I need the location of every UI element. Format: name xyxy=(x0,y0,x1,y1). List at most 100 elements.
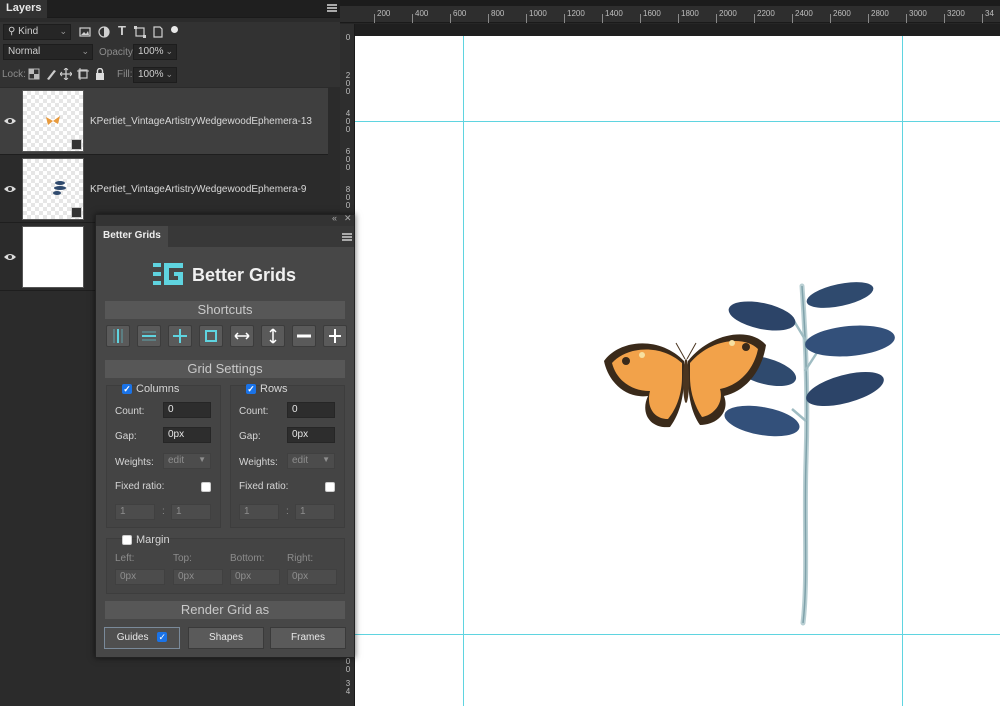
margin-checkbox[interactable] xyxy=(122,535,132,545)
checkmark-icon: ✓ xyxy=(157,632,168,643)
render-guides-button[interactable]: Guides ✓ xyxy=(104,627,180,649)
margin-bottom-input[interactable]: 0px xyxy=(230,569,280,585)
collapse-icon[interactable]: « xyxy=(332,213,337,223)
ruler-tick-label: 800 xyxy=(491,9,505,18)
ruler-tick xyxy=(982,14,983,23)
shortcut-horizontal-spread-button[interactable] xyxy=(230,325,254,347)
columns-count-input[interactable]: 0 xyxy=(163,402,211,418)
shortcut-cross-guide-button[interactable] xyxy=(168,325,192,347)
smart-object-badge-icon xyxy=(71,207,82,218)
margin-top-input[interactable]: 0px xyxy=(173,569,223,585)
layer-row[interactable]: KPertiet_VintageArtistryWedgewoodEphemer… xyxy=(0,88,328,155)
tab-better-grids[interactable]: Better Grids xyxy=(96,226,168,247)
eye-icon[interactable] xyxy=(4,115,16,127)
columns-gap-input[interactable]: 0px xyxy=(163,427,211,443)
rows-gap-input[interactable]: 0px xyxy=(287,427,335,443)
filter-toggle-icon[interactable] xyxy=(171,26,178,33)
guide-horizontal[interactable] xyxy=(355,634,1000,635)
shortcut-horizontal-guide-button[interactable] xyxy=(137,325,161,347)
columns-ratio-b-input[interactable]: 1 xyxy=(171,504,211,520)
blend-mode-select[interactable]: Normal ⌄ xyxy=(3,44,93,60)
rows-fixed-ratio-checkbox[interactable] xyxy=(325,482,335,492)
ruler-tick-label: 800 xyxy=(345,185,351,210)
guide-vertical[interactable] xyxy=(463,36,464,706)
shortcut-vertical-guide-button[interactable] xyxy=(106,325,130,347)
columns-fixed-ratio-checkbox[interactable] xyxy=(201,482,211,492)
ruler-tick xyxy=(716,14,717,23)
shortcut-frame-guide-button[interactable] xyxy=(199,325,223,347)
ruler-tick-label: 1600 xyxy=(643,9,661,18)
image-filter-icon[interactable] xyxy=(79,26,91,38)
panel-menu-icon[interactable] xyxy=(342,233,352,241)
eye-icon[interactable] xyxy=(4,251,16,263)
ruler-tick-label: 600 xyxy=(453,9,467,18)
ruler-tick xyxy=(754,14,755,23)
columns-weights-select[interactable]: edit ▼ xyxy=(163,453,211,469)
lock-artboard-icon[interactable] xyxy=(77,68,89,80)
panel-menu-icon[interactable] xyxy=(327,4,337,12)
layer-filter-row: ⚲ Kind ⌄ T xyxy=(0,22,340,44)
tab-layers[interactable]: Layers xyxy=(0,0,48,18)
horizontal-ruler[interactable]: 200 400 600 800 1000 1200 1400 1600 1800 2000 2200… xyxy=(340,6,1000,23)
shortcut-horizontal-line-button[interactable] xyxy=(292,325,316,347)
layer-thumbnail xyxy=(22,158,84,220)
guide-horizontal[interactable] xyxy=(355,121,1000,122)
type-filter-icon[interactable]: T xyxy=(116,24,128,37)
plugin-header: Better Grids xyxy=(96,255,354,295)
columns-ratio-a-input[interactable]: 1 xyxy=(115,504,155,520)
eye-icon[interactable] xyxy=(4,183,16,195)
rows-group: ✓ Rows Count: 0 Gap: 0px Weights: edit ▼… xyxy=(230,383,345,528)
ruler-tick-label: 200 xyxy=(377,9,391,18)
ruler-tick xyxy=(488,14,489,23)
fill-input[interactable]: 100% ⌄ xyxy=(133,67,177,83)
butterfly-artwork[interactable] xyxy=(600,321,770,433)
document-canvas[interactable] xyxy=(355,36,1000,706)
render-frames-button[interactable]: Frames xyxy=(270,627,346,649)
ruler-tick-label: 34 xyxy=(345,679,351,696)
ruler-tick-label: 3200 xyxy=(947,9,965,18)
rows-ratio-a-input[interactable]: 1 xyxy=(239,504,279,520)
margin-bottom-label: Bottom: xyxy=(230,553,265,564)
render-guides-label: Guides xyxy=(116,632,149,643)
columns-checkbox[interactable]: ✓ xyxy=(122,384,132,394)
opacity-input[interactable]: 100% ⌄ xyxy=(133,44,177,60)
blend-mode-value: Normal xyxy=(8,46,41,57)
shape-filter-icon[interactable] xyxy=(134,26,146,38)
margin-right-label: Right: xyxy=(287,553,314,564)
ruler-tick-label: 3000 xyxy=(909,9,927,18)
rows-ratio-b-input[interactable]: 1 xyxy=(295,504,335,520)
rows-weights-select[interactable]: edit ▼ xyxy=(287,453,335,469)
blend-row: Normal ⌄ Opacity: 100% ⌄ xyxy=(0,42,340,64)
lock-position-icon[interactable] xyxy=(59,67,73,81)
shortcut-vertical-spread-button[interactable] xyxy=(261,325,285,347)
rows-checkbox[interactable]: ✓ xyxy=(246,384,256,394)
margin-left-input[interactable]: 0px xyxy=(115,569,165,585)
chevron-down-icon: ⌄ xyxy=(165,46,173,56)
lock-transparent-pixels-icon[interactable] xyxy=(28,68,40,80)
ruler-tick xyxy=(792,14,793,23)
render-shapes-button[interactable]: Shapes xyxy=(188,627,264,649)
layer-thumbnail xyxy=(22,226,84,288)
ruler-tick-label: 2200 xyxy=(757,9,775,18)
fill-value: 100% xyxy=(138,69,164,80)
filter-kind-value: Kind xyxy=(18,26,39,37)
chevron-down-icon: ⌄ xyxy=(59,26,67,36)
close-icon[interactable]: ✕ xyxy=(344,213,352,224)
ruler-tick xyxy=(526,14,527,23)
smart-object-filter-icon[interactable] xyxy=(152,26,164,38)
panel-title-bar[interactable]: « ✕ xyxy=(96,213,354,226)
filter-kind-select[interactable]: ⚲ Kind ⌄ xyxy=(3,24,71,40)
layer-name[interactable]: KPertiet_VintageArtistryWedgewoodEphemer… xyxy=(90,184,306,195)
lock-image-pixels-icon[interactable] xyxy=(45,68,57,80)
lock-all-icon[interactable] xyxy=(94,67,106,80)
better-grids-logo-icon xyxy=(153,263,183,285)
ratio-separator: : xyxy=(286,506,289,517)
margin-right-input[interactable]: 0px xyxy=(287,569,337,585)
rows-count-input[interactable]: 0 xyxy=(287,402,335,418)
layer-row[interactable]: KPertiet_VintageArtistryWedgewoodEphemer… xyxy=(0,156,328,223)
adjustment-filter-icon[interactable] xyxy=(98,26,110,38)
columns-gap-label: Gap: xyxy=(115,431,137,442)
shortcut-vertical-line-button[interactable] xyxy=(323,325,347,347)
ruler-tick-label: 1200 xyxy=(567,9,585,18)
layer-name[interactable]: KPertiet_VintageArtistryWedgewoodEphemer… xyxy=(90,116,312,127)
